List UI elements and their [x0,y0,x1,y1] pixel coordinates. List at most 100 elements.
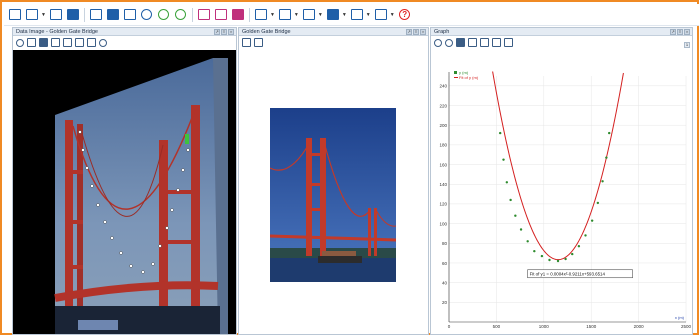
window-icon[interactable] [326,8,340,22]
data-point [605,156,608,159]
data-table-icon[interactable] [106,8,120,22]
checkbox-icon[interactable] [278,8,292,22]
page-number-badge[interactable]: 1 [684,42,690,48]
timer-icon[interactable] [140,8,154,22]
y-tick-label: 160 [439,162,447,167]
toolbar-divider [248,7,250,22]
window-caret-icon[interactable]: ▼ [342,12,347,18]
frame-tool-icon[interactable] [39,38,48,47]
y-tick-label: 180 [439,143,447,148]
display-caret-icon[interactable]: ▼ [318,12,323,18]
data-point [608,131,611,135]
graph-tool-icon[interactable] [197,8,211,22]
y-tick-label: 200 [439,123,447,128]
video-panel: Data Image - Golden Gate Bridge ↗ ≡ × [12,27,237,335]
photo-panel: Golden Gate Bridge ↗ ≡ × [238,27,429,335]
toolbar-divider [191,7,193,22]
menu-icon[interactable]: ≡ [221,29,227,35]
open-file-icon[interactable] [25,8,39,22]
x-tick-label: 500 [493,324,501,329]
checkbox-caret-icon[interactable]: ▼ [294,12,299,18]
calibrate-tool-icon[interactable] [63,38,72,47]
toolbar-divider [83,7,85,22]
analysis-caret-icon[interactable]: ▼ [270,12,275,18]
data-point [519,228,523,231]
fit-annotation: Fit of y1 = 0.0004x²-0.9211x+593.6514 [530,271,606,276]
data-point [556,259,560,263]
data-point [596,201,600,205]
golden-gate-photo [269,108,397,282]
close-icon[interactable]: × [228,29,234,35]
data-point [584,234,587,237]
menu-icon[interactable]: ≡ [677,29,683,35]
play-icon[interactable] [157,8,171,22]
main-toolbar: ▼ ▼ ▼ ▼ ▼ ▼ ▼ ? [4,4,699,26]
fit-curve [492,71,624,261]
autoscale-icon[interactable] [456,38,465,47]
y-tick-label: 40 [442,280,448,285]
x-tick-label: 1000 [539,324,550,329]
menu-icon[interactable]: ≡ [413,29,419,35]
x-tick-label: 2000 [634,324,645,329]
video-panel-toolbar [13,36,236,49]
record-icon[interactable] [66,8,80,22]
detach-icon[interactable]: ↗ [214,29,220,35]
data-point [505,181,509,184]
photo-panel-titlebar: Golden Gate Bridge ↗ ≡ × [239,28,428,36]
overlay-tool-icon[interactable] [87,38,96,47]
list-caret-icon[interactable]: ▼ [390,12,395,18]
display-icon[interactable] [302,8,316,22]
zoom-icon[interactable] [16,38,24,47]
x-tick-label: 2500 [681,324,692,329]
photo-panel-title: Golden Gate Bridge [242,29,291,35]
save-icon[interactable] [49,8,63,22]
data-point [514,214,517,217]
detach-icon[interactable]: ↗ [406,29,412,35]
video-image[interactable] [13,50,236,334]
graph-panel-titlebar: Graph ↗ ≡ × [431,28,692,36]
curve-fit-icon[interactable] [468,38,477,47]
data-point [526,240,529,243]
close-icon[interactable]: × [420,29,426,35]
data-point [601,180,604,183]
photo-panel-toolbar [239,36,428,49]
integral-icon[interactable] [492,38,501,47]
detach-icon[interactable]: ↗ [670,29,676,35]
image-settings-icon[interactable] [254,38,263,47]
fit-image-icon[interactable] [242,38,251,47]
image-tool-icon[interactable] [27,38,36,47]
open-file-caret-icon[interactable]: ▼ [41,12,46,18]
help-icon[interactable]: ? [398,8,412,22]
chart-icon[interactable] [350,8,364,22]
y-tick-label: 60 [442,261,448,266]
data-point [502,158,505,161]
data-point [571,252,574,256]
close-icon[interactable]: × [684,29,690,35]
tangent-icon[interactable] [480,38,489,47]
y-tick-label: 140 [439,182,447,187]
x-tick-label: 0 [448,324,451,329]
data-point [540,254,544,258]
refresh-icon[interactable] [174,8,188,22]
track-tool-icon[interactable] [75,38,84,47]
data-point [498,131,502,135]
zoom-in-icon[interactable] [434,38,442,47]
pdf-icon[interactable] [231,8,245,22]
screen-tool-icon[interactable] [214,8,228,22]
new-experiment-icon[interactable] [8,8,22,22]
graph-plot[interactable]: 20 40 60 80 100 120 140 160 180 200 220 240 0 500 1000… [431,50,692,335]
video-panel-title: Data Image - Golden Gate Bridge [16,29,98,35]
zoom-out-icon[interactable] [445,38,453,47]
graph-panel-toolbar [431,36,692,49]
crop-tool-icon[interactable] [51,38,60,47]
chart-caret-icon[interactable]: ▼ [366,12,371,18]
analysis-icon[interactable] [254,8,268,22]
graph-panel-title: Graph [434,29,450,35]
x-axis-label: x (m) [675,315,685,320]
data-point [590,219,594,222]
print-icon[interactable] [89,8,103,22]
page-icon[interactable] [123,8,137,22]
list-icon[interactable] [374,8,388,22]
camera-icon[interactable] [99,38,107,47]
graph-settings-icon[interactable] [504,38,513,47]
